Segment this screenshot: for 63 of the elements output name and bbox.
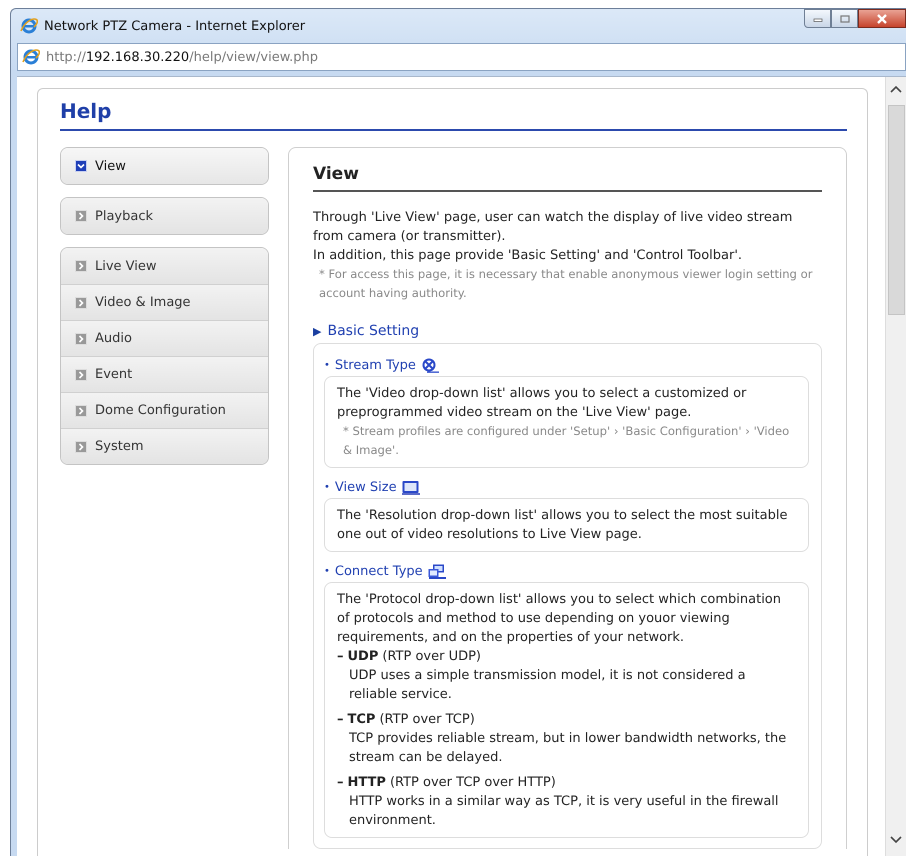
collapsed-icon [75, 332, 87, 344]
collapsed-icon [75, 404, 87, 416]
close-button[interactable] [858, 9, 906, 28]
item-title: View Size [334, 480, 397, 495]
description-text: The 'Resolution drop-down list' allows you to select the most suitable one out of video resolutions to Live View page. [337, 507, 788, 544]
menu-item[interactable]: Playback [61, 198, 268, 234]
option-text: TCP provides reliable stream, but in lower bandwidth networks, the stream can be delayed. [348, 730, 788, 767]
monitor-icon [402, 480, 420, 495]
scroll-up-icon [890, 85, 902, 93]
menu-item[interactable]: Dome Configuration [61, 392, 268, 428]
bullet: • [324, 566, 330, 577]
collapsed-icon [75, 368, 87, 380]
bullet: • [324, 482, 330, 493]
option-text: HTTP works in a similar way as TCP, it is very useful in the firewall environment. [348, 793, 780, 830]
menu-item[interactable]: Event [61, 356, 268, 392]
expanded-icon [75, 160, 87, 172]
maximize-button[interactable] [831, 9, 858, 28]
collapsed-icon [75, 296, 87, 308]
option-detail: (RTP over TCP) [379, 711, 475, 729]
menu-item[interactable]: Video & Image [61, 284, 268, 320]
browser-logo-icon [22, 48, 40, 66]
option-name: HTTP [348, 774, 386, 792]
menu-item[interactable]: System [61, 428, 268, 464]
item-title: Stream Type [334, 358, 416, 373]
item-title: Connect Type [334, 564, 423, 579]
scroll-thumb[interactable] [888, 105, 904, 315]
content-heading: View [313, 164, 822, 192]
help-title: Help [60, 99, 847, 131]
option-name: TCP [348, 711, 376, 729]
option-text: UDP uses a simple transmission model, it is not considered a reliable service. [348, 667, 747, 704]
menu-item[interactable]: View [61, 148, 268, 184]
address-field[interactable]: http://192.168.30.220/help/view/view.php [17, 43, 906, 71]
network-computers-icon [428, 564, 446, 579]
intro-text: Through 'Live View' page, user can watch the display of live video stream from camera (or transmitter). [313, 209, 794, 246]
triangle-marker: ▶ [313, 324, 322, 338]
film-reel-icon [420, 358, 439, 373]
url-text: http://192.168.30.220/help/view/view.php [46, 50, 318, 64]
window-title: Network PTZ Camera - Internet Explorer [44, 18, 306, 34]
scrollbar[interactable] [885, 77, 906, 856]
option-detail: (RTP over TCP over HTTP) [390, 774, 556, 792]
minimize-button[interactable] [804, 9, 831, 28]
menu-item[interactable]: Live View [61, 248, 268, 284]
option-detail: (RTP over UDP) [382, 648, 482, 666]
minimize-icon [812, 16, 822, 22]
close-icon [876, 14, 888, 24]
dash-marker: – [337, 711, 344, 729]
bullet: • [324, 360, 330, 371]
section-title: Basic Setting [327, 323, 420, 339]
dash-marker: – [337, 774, 344, 792]
intro-text: In addition, this page provide 'Basic Setting' and 'Control Toolbar'. [313, 247, 744, 265]
scroll-down-icon [890, 836, 902, 844]
collapsed-icon [75, 260, 87, 272]
description-text: The 'Video drop-down list' allows you to select a customized or preprogrammed video stream on the 'Live View' page. [337, 385, 748, 422]
dash-marker: – [337, 648, 344, 666]
collapsed-icon [75, 440, 87, 452]
note-text: * For access this page, it is necessary that enable anonymous viewer login setting or account having authority. [318, 266, 814, 302]
description-text: The 'Protocol drop-down list' allows you to select which combination of protocols and method to use depending on youor viewing requirements, and on the properties of your network. [337, 591, 782, 647]
maximize-icon [840, 14, 850, 22]
note-text: * Stream profiles are configured under 'Setup' › 'Basic Configuration' › 'Video & Image'. [342, 423, 790, 459]
option-name: UDP [348, 648, 378, 666]
collapsed-icon [75, 210, 87, 222]
menu-item[interactable]: Audio [61, 320, 268, 356]
browser-logo-icon [20, 17, 38, 35]
